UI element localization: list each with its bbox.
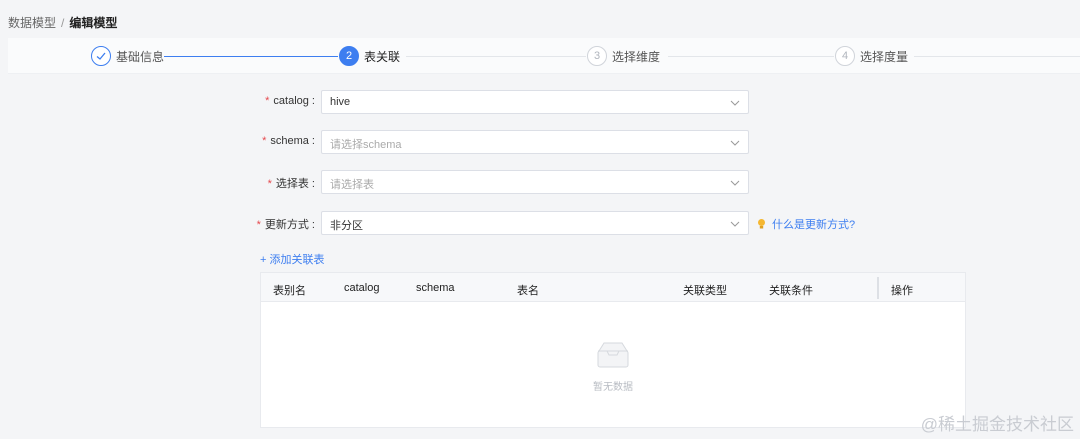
help-text: 什么是更新方式?	[772, 219, 856, 231]
step-connector-4	[914, 56, 1080, 57]
form-row-schema: * schema : 请选择schema	[0, 130, 1080, 154]
breadcrumb-current: 编辑模型	[69, 16, 118, 30]
form-row-catalog: * catalog : hive	[0, 90, 1080, 114]
step-number: 2	[339, 46, 359, 66]
step-connector-1	[164, 56, 338, 57]
breadcrumb: 数据模型 / 编辑模型	[8, 14, 117, 31]
step-label: 基础信息	[116, 49, 165, 64]
table-label: * 选择表 :	[267, 178, 315, 190]
catalog-select[interactable]: hive	[321, 90, 749, 114]
breadcrumb-parent[interactable]: 数据模型	[8, 16, 56, 30]
update-mode-help-link[interactable]: 什么是更新方式?	[756, 216, 855, 232]
chevron-down-icon	[730, 100, 740, 106]
join-table: 表别名 catalog schema 表名 关联类型 关联条件 操作 暂无数据	[260, 272, 966, 428]
watermark: @稀土掘金技术社区	[920, 415, 1074, 434]
empty-text: 暂无数据	[593, 382, 633, 393]
column-header: 表名	[517, 285, 539, 297]
step-label: 选择度量	[860, 49, 909, 64]
steps-bar: 基础信息 2 表关联 3 选择维度 4 选择度量	[8, 38, 1080, 74]
required-mark: *	[267, 178, 272, 190]
step-connector-2	[406, 56, 586, 57]
table-select[interactable]: 请选择表	[321, 170, 749, 194]
catalog-value: hive	[330, 96, 351, 108]
required-mark: *	[256, 219, 261, 231]
update-mode-select[interactable]: 非分区	[321, 211, 749, 235]
column-divider[interactable]	[877, 277, 879, 299]
form-row-update-mode: * 更新方式 : 非分区 什么是更新方式?	[0, 211, 1080, 235]
step-label: 表关联	[364, 49, 401, 64]
chevron-down-icon	[730, 221, 740, 227]
update-mode-label: * 更新方式 :	[256, 219, 315, 231]
step-connector-3	[668, 56, 834, 57]
required-mark: *	[262, 135, 267, 147]
column-header: 关联类型	[683, 285, 727, 297]
required-mark: *	[265, 95, 270, 107]
table-placeholder: 请选择表	[330, 179, 374, 191]
step-basic-info[interactable]: 基础信息	[91, 46, 164, 66]
column-header: catalog	[344, 282, 380, 294]
update-mode-value: 非分区	[330, 220, 363, 232]
form-row-table: * 选择表 : 请选择表	[0, 170, 1080, 194]
column-header: 表别名	[273, 285, 306, 297]
step-table-join[interactable]: 2 表关联	[339, 46, 400, 66]
chevron-down-icon	[730, 140, 740, 146]
add-join-table-link[interactable]: + 添加关联表	[260, 251, 324, 267]
schema-label: * schema :	[262, 135, 315, 147]
step-number: 3	[587, 46, 607, 66]
column-header: 关联条件	[769, 285, 813, 297]
breadcrumb-separator: /	[61, 16, 65, 30]
column-header: 操作	[891, 285, 913, 297]
catalog-label: * catalog :	[265, 95, 315, 107]
step-select-dimension[interactable]: 3 选择维度	[587, 46, 660, 66]
schema-select[interactable]: 请选择schema	[321, 130, 749, 154]
empty-box-icon	[597, 342, 629, 368]
step-label: 选择维度	[612, 49, 661, 64]
chevron-down-icon	[730, 180, 740, 186]
check-icon	[91, 46, 111, 66]
empty-state: 暂无数据	[261, 303, 965, 427]
schema-placeholder: 请选择schema	[330, 139, 402, 151]
column-header: schema	[416, 282, 455, 294]
lightbulb-icon	[758, 219, 765, 229]
table-header: 表别名 catalog schema 表名 关联类型 关联条件 操作	[261, 273, 965, 302]
step-number: 4	[835, 46, 855, 66]
step-select-measure[interactable]: 4 选择度量	[835, 46, 908, 66]
